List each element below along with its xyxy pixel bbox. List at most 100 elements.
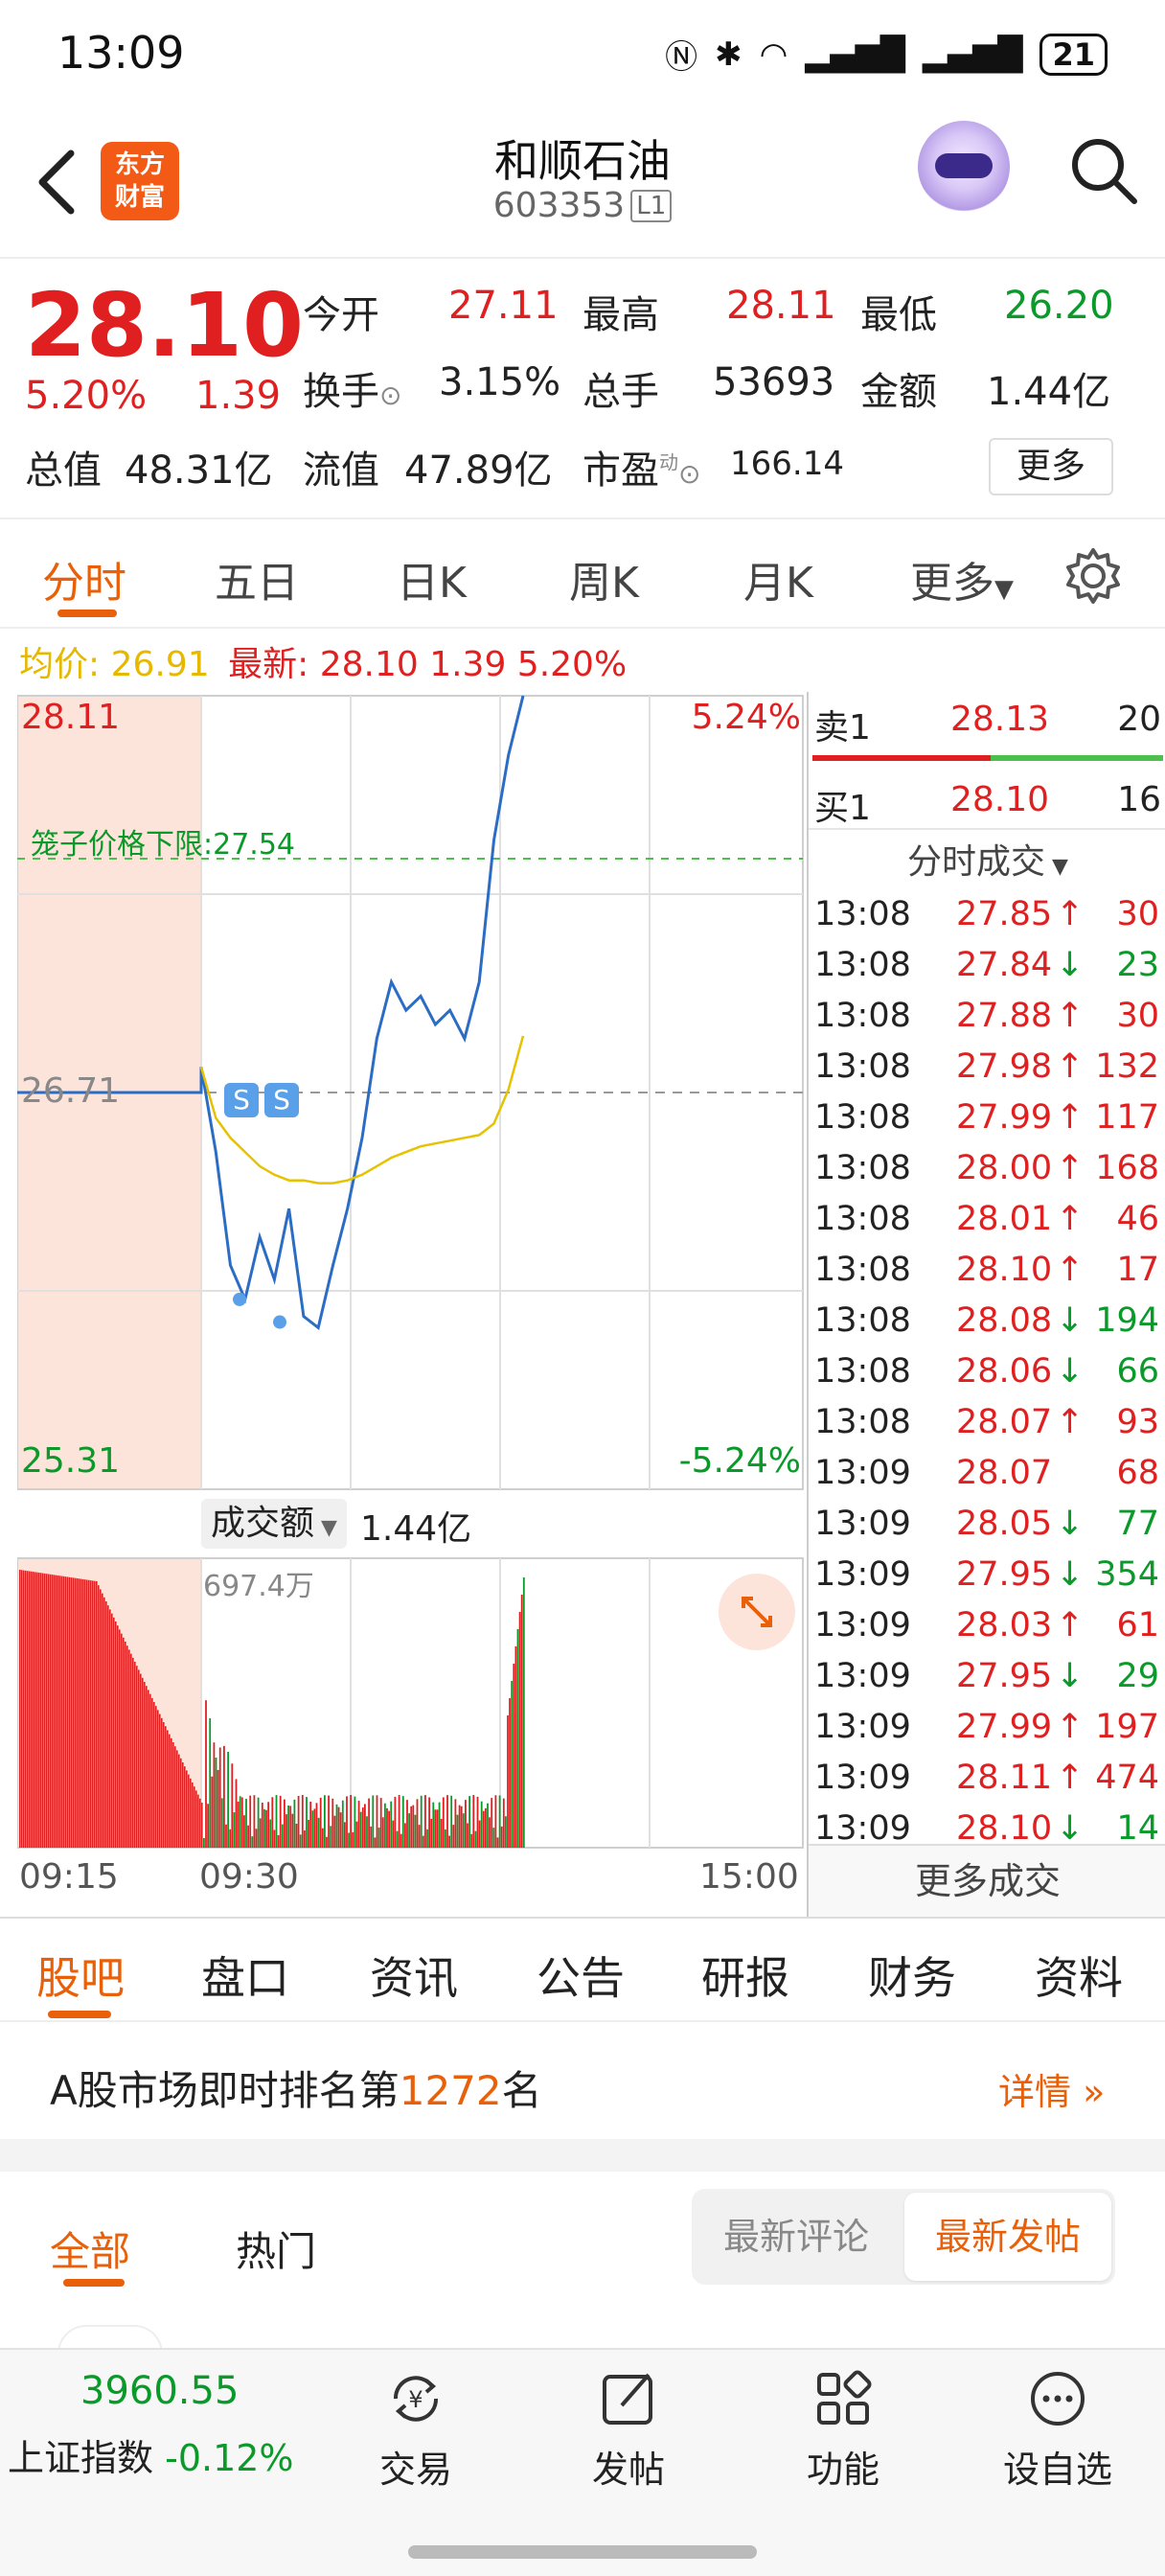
tab-profile[interactable]: 资料 xyxy=(1035,1944,1123,2007)
pe-value: 166.14 xyxy=(730,445,844,483)
volume-bar xyxy=(19,1570,21,1848)
sell-signal-marker-1[interactable]: S xyxy=(224,1083,259,1117)
volume-bar xyxy=(468,1796,470,1848)
active-tab-indicator xyxy=(57,610,117,617)
ask-1-row[interactable]: 卖1 28.13 20 xyxy=(809,692,1165,749)
volume-bar xyxy=(146,1686,148,1848)
volume-bar xyxy=(522,1577,525,1848)
volume-bar xyxy=(209,1718,212,1848)
search-icon[interactable] xyxy=(1065,132,1142,209)
tab-finance[interactable]: 财务 xyxy=(868,1944,956,2007)
sort-latest-comment[interactable]: 最新评论 xyxy=(692,2189,901,2285)
volume-bar xyxy=(408,1813,410,1848)
trade-row: 13:09 28.07 68 xyxy=(809,1448,1165,1498)
volume-bar xyxy=(235,1779,238,1848)
volume-bar xyxy=(192,1782,194,1848)
tab-weekly-k[interactable]: 周K xyxy=(569,548,639,610)
tab-hot-posts[interactable]: 热门 xyxy=(236,2220,316,2278)
volume-bar xyxy=(199,1798,201,1848)
tab-more[interactable]: 更多▼ xyxy=(910,548,1014,610)
volume-bar xyxy=(34,1572,36,1848)
trade-row: 13:08 28.08 ↓ 194 xyxy=(809,1296,1165,1346)
volume-bar xyxy=(27,1571,29,1848)
nav-post[interactable]: 发帖 xyxy=(561,2367,696,2493)
trade-time: 13:08 xyxy=(814,895,911,933)
volume-type-selector[interactable]: 成交额 ▼ xyxy=(201,1499,347,1549)
volume-bar xyxy=(462,1813,465,1848)
assistant-robot-icon[interactable] xyxy=(918,121,1010,213)
more-trades-button[interactable]: 更多成交 xyxy=(809,1844,1165,1917)
sell-signal-marker-2[interactable]: S xyxy=(264,1083,299,1117)
settings-gear-icon[interactable] xyxy=(1063,546,1123,606)
index-name-line[interactable]: 上证指数 -0.12% xyxy=(8,2428,294,2481)
trade-time: 13:08 xyxy=(814,1301,911,1340)
expand-chart-button[interactable] xyxy=(719,1574,795,1650)
volume-bar xyxy=(386,1807,388,1848)
volume-bar xyxy=(148,1690,149,1848)
volume-bar xyxy=(163,1722,165,1848)
volume-bar xyxy=(491,1798,493,1848)
volume-bar xyxy=(291,1813,294,1848)
volume-bar xyxy=(132,1657,134,1848)
volume-bar xyxy=(452,1825,455,1848)
trade-row: 13:08 27.88 ↑ 30 xyxy=(809,991,1165,1041)
volume-bar xyxy=(438,1802,441,1848)
volume-bar xyxy=(377,1828,380,1848)
trade-row: 13:08 27.99 ↑ 117 xyxy=(809,1092,1165,1142)
trade-price: 27.99 xyxy=(956,1708,1053,1746)
nav-trade[interactable]: ¥ 交易 xyxy=(349,2367,483,2493)
trade-volume: 29 xyxy=(1116,1657,1159,1695)
trade-price: 27.95 xyxy=(956,1555,1053,1594)
tab-intraday[interactable]: 分时 xyxy=(42,548,126,610)
stock-header: 东方 财富 和顺石油 603353 L1 xyxy=(0,105,1165,259)
nav-add-watchlist[interactable]: 设自选 xyxy=(991,2367,1125,2493)
volume-value: 53693 xyxy=(713,360,835,404)
volume-bar xyxy=(140,1673,142,1848)
tab-daily-k[interactable]: 日K xyxy=(397,548,467,610)
rank-banner[interactable]: A股市场即时排名第1272名 详情 » xyxy=(0,2024,1165,2139)
bid-1-row[interactable]: 买1 28.10 16 xyxy=(809,772,1165,830)
current-price: 28.10 xyxy=(25,274,305,377)
volume-bar xyxy=(281,1824,284,1848)
turnover-label: 换手⊙ xyxy=(303,370,402,414)
volume-bar xyxy=(207,1804,209,1848)
rank-details-link[interactable]: 详情 » xyxy=(998,2062,1105,2115)
bid-price: 28.10 xyxy=(950,780,1050,819)
more-quote-button[interactable]: 更多 xyxy=(989,438,1113,495)
tab-guba[interactable]: 股吧 xyxy=(36,1944,125,2007)
nfc-icon: Ⓝ xyxy=(665,38,698,77)
trades-title[interactable]: 分时成交 ▼ xyxy=(809,834,1165,884)
tab-monthly-k[interactable]: 月K xyxy=(743,548,813,610)
volume-bar xyxy=(75,1577,77,1848)
trade-time: 13:08 xyxy=(814,1047,911,1086)
volume-bar xyxy=(301,1795,304,1848)
trade-row: 13:09 28.03 ↑ 61 xyxy=(809,1600,1165,1650)
volume-bar xyxy=(61,1576,63,1848)
tab-research[interactable]: 研报 xyxy=(701,1944,789,2007)
nav-functions[interactable]: 功能 xyxy=(776,2367,910,2493)
volume-bar xyxy=(286,1814,287,1848)
volume-bar xyxy=(372,1795,375,1848)
volume-bar xyxy=(416,1799,419,1848)
volume-bar xyxy=(339,1812,342,1848)
volume-bar xyxy=(40,1573,42,1848)
chart-info-line: 均价: 26.91 最新: 28.10 1.39 5.20% xyxy=(19,636,627,686)
volume-bar xyxy=(92,1580,94,1848)
volume-bar xyxy=(269,1819,272,1848)
trade-time: 13:09 xyxy=(814,1759,911,1797)
trade-price: 28.01 xyxy=(956,1200,1053,1238)
tab-news[interactable]: 资讯 xyxy=(370,1944,458,2007)
sort-latest-post[interactable]: 最新发帖 xyxy=(904,2193,1111,2281)
tab-announcements[interactable]: 公告 xyxy=(537,1944,625,2007)
volume-bar xyxy=(440,1818,443,1848)
open-value: 27.11 xyxy=(448,284,559,328)
tab-pankou[interactable]: 盘口 xyxy=(201,1944,289,2007)
index-value[interactable]: 3960.55 xyxy=(80,2369,239,2413)
tab-all-posts[interactable]: 全部 xyxy=(50,2220,130,2278)
tab-five-day[interactable]: 五日 xyxy=(215,548,299,610)
volume-bar xyxy=(458,1805,461,1848)
volume-bar xyxy=(225,1824,227,1848)
volume-bar xyxy=(335,1804,338,1848)
intraday-chart[interactable]: 28.11 26.71 25.31 5.24% -5.24% 笼子价格下限:27… xyxy=(17,692,805,1917)
volume-bar xyxy=(178,1754,180,1848)
